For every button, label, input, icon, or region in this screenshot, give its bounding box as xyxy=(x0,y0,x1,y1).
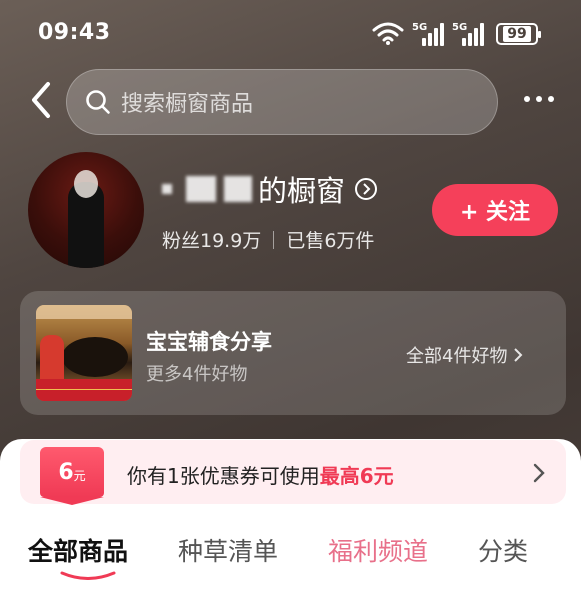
wifi-icon xyxy=(372,22,404,45)
signal-icon: 5G xyxy=(412,22,444,46)
tab-welfare-channel[interactable]: 福利频道 xyxy=(328,532,428,568)
network-type-1: 5G xyxy=(412,22,428,33)
fans-count: 粉丝19.9万 xyxy=(162,230,262,252)
chevron-right-icon[interactable] xyxy=(532,462,546,484)
shop-stats: 粉丝19.9万 已售6万件 xyxy=(162,226,374,253)
redacted-name xyxy=(224,176,252,202)
collection-thumbnail[interactable] xyxy=(36,305,132,401)
network-type-2: 5G xyxy=(452,22,468,33)
tab-category[interactable]: 分类 xyxy=(478,532,528,568)
shop-name[interactable]: 的橱窗 xyxy=(162,168,378,210)
search-icon xyxy=(86,90,110,114)
coupon-badge: 6 元 xyxy=(40,447,104,505)
tab-grass-list[interactable]: 种草清单 xyxy=(178,532,278,568)
coupon-text-highlight: 最高6元 xyxy=(319,464,394,488)
shop-name-suffix: 的橱窗 xyxy=(258,174,346,208)
divider xyxy=(273,230,275,249)
battery-icon: 99 xyxy=(496,23,541,45)
coupon-amount: 6 xyxy=(58,459,74,485)
follow-button[interactable]: + 关注 xyxy=(432,184,558,236)
tab-bar: 全部商品 种草清单 福利频道 分类 xyxy=(28,532,578,580)
tab-all-products[interactable]: 全部商品 xyxy=(28,532,129,580)
chevron-right-icon xyxy=(355,178,378,200)
search-placeholder: 搜索橱窗商品 xyxy=(121,92,254,117)
coupon-text: 你有1张优惠券可使用最高6元 xyxy=(127,460,394,489)
coupon-unit: 元 xyxy=(73,468,86,483)
status-icons: 5G 5G 99 xyxy=(372,20,541,48)
collection-subtitle: 更多4件好物 xyxy=(146,364,248,385)
back-icon[interactable] xyxy=(26,80,56,120)
signal-icon-2: 5G xyxy=(452,22,484,46)
avatar[interactable] xyxy=(28,152,144,268)
chevron-right-icon xyxy=(514,348,523,362)
redacted-name xyxy=(186,176,216,202)
search-input[interactable]: 搜索橱窗商品 xyxy=(66,69,498,135)
sold-count: 已售6万件 xyxy=(286,230,375,252)
status-time: 09:43 xyxy=(38,20,111,45)
collection-link-label: 全部4件好物 xyxy=(406,346,508,367)
tab-underline xyxy=(60,571,116,580)
collection-all-link[interactable]: 全部4件好物 xyxy=(406,342,523,368)
collection-title: 宝宝辅食分享 xyxy=(146,330,272,354)
tab-label: 全部商品 xyxy=(28,537,129,566)
battery-level: 99 xyxy=(503,26,531,42)
more-icon[interactable] xyxy=(524,96,554,102)
redacted-name xyxy=(162,184,172,194)
coupon-text-prefix: 你有1张优惠券可使用 xyxy=(127,464,320,488)
